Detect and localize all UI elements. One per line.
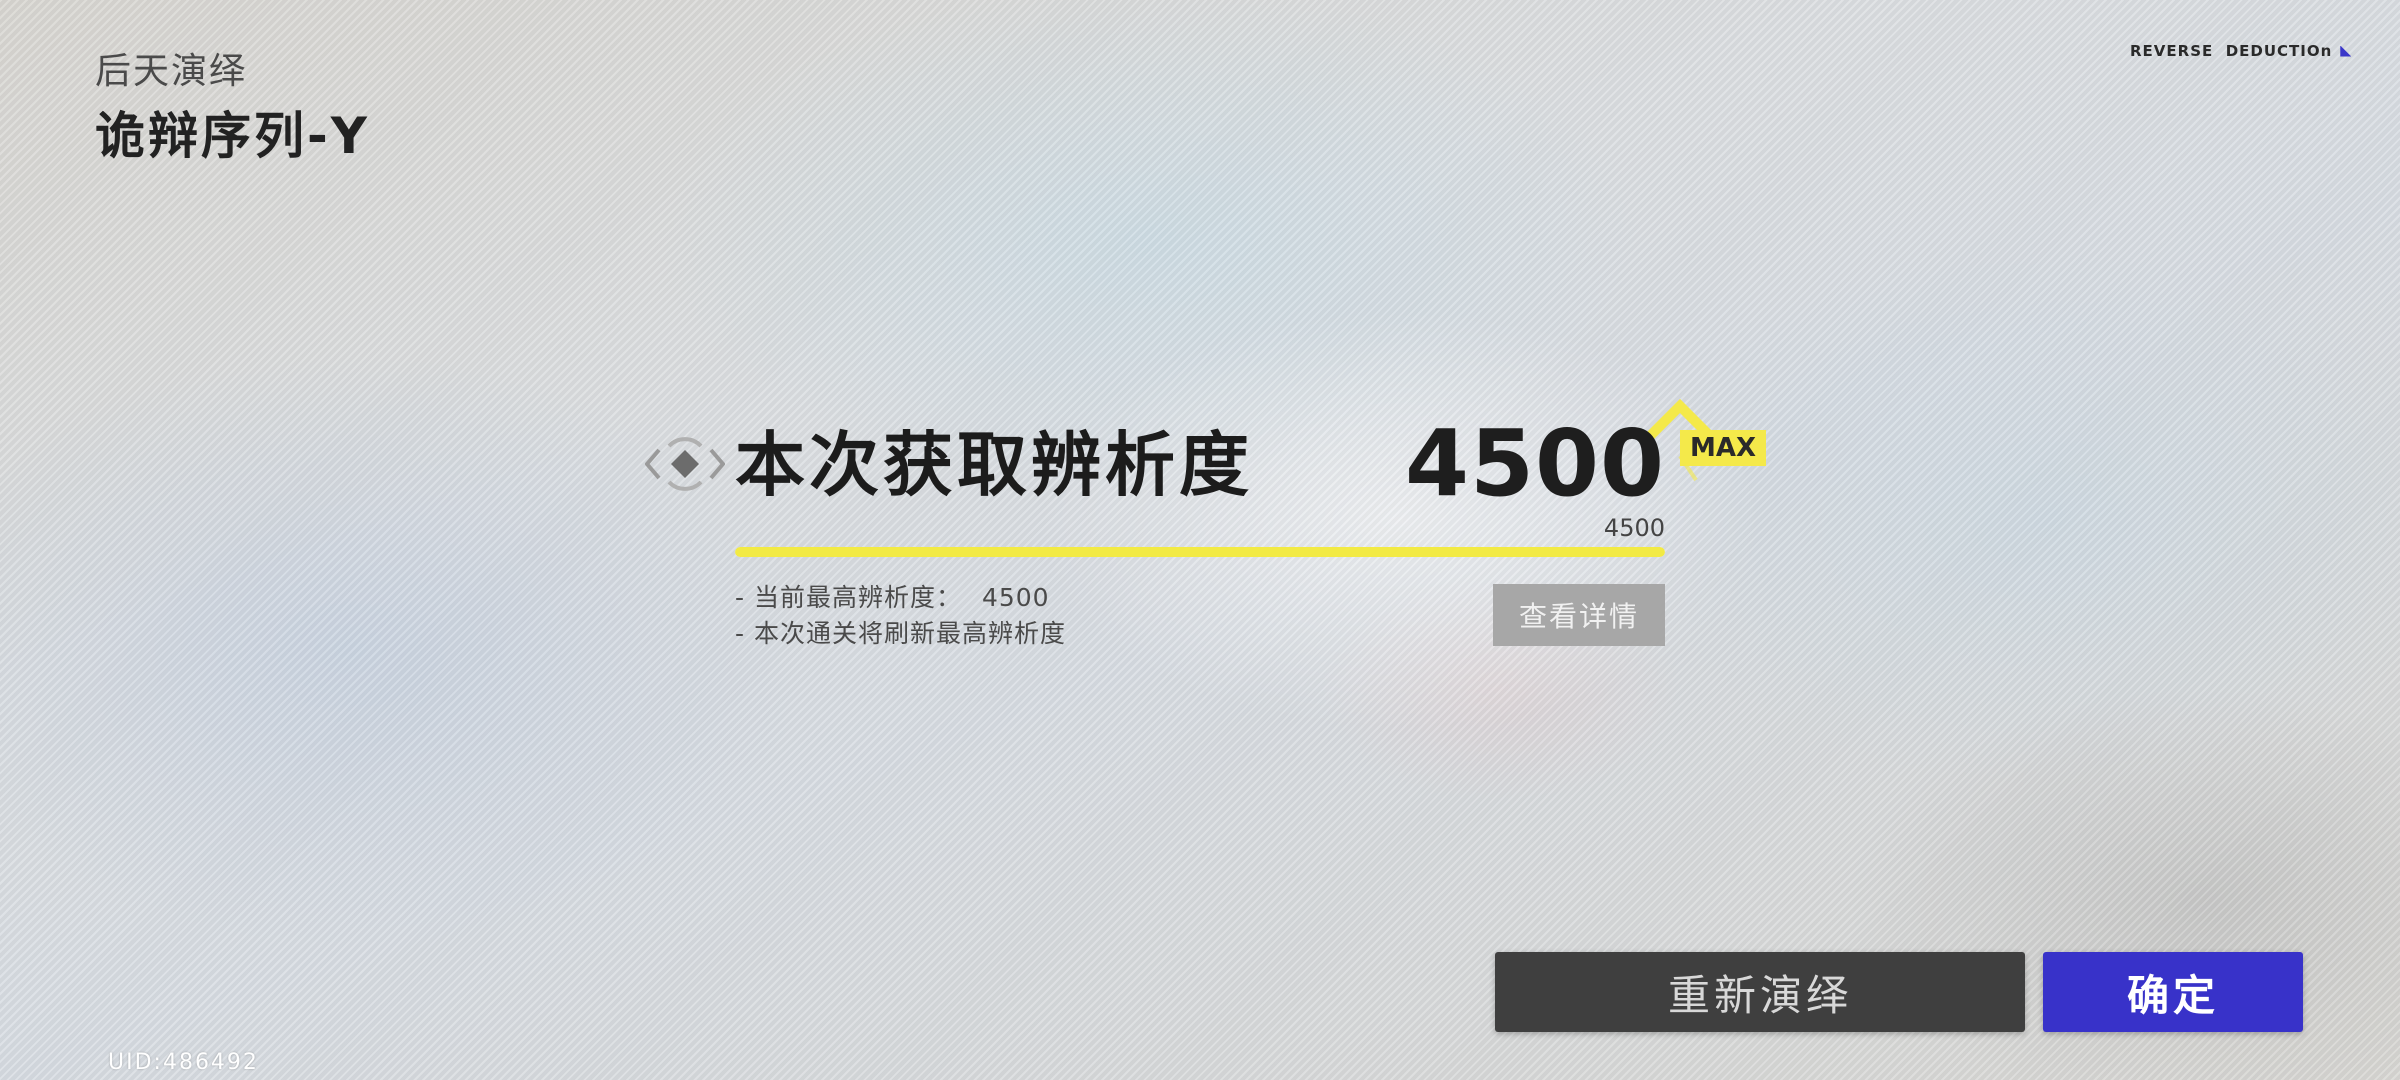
confirm-button[interactable]: 确定 — [2043, 952, 2303, 1032]
info-lines: - 当前最高辨析度： 4500 - 本次通关将刷新最高辨析度 — [735, 580, 1066, 652]
result-title: 本次获取辨析度 — [735, 423, 1253, 506]
resolution-progress-bar — [735, 547, 1665, 557]
info-line-best: - 当前最高辨析度： 4500 — [735, 580, 1066, 616]
stage-title: 诡辩序列-Y — [95, 107, 370, 165]
info-line-best-value: 4500 — [981, 583, 1050, 612]
score-max-value: 4500 — [1603, 514, 1665, 542]
uid-label: UID:486492 — [108, 1050, 259, 1075]
brand-text: REVERSE DEDUCTIOn — [2130, 42, 2333, 60]
brand-mark-icon — [2340, 45, 2352, 57]
info-line-refresh: - 本次通关将刷新最高辨析度 — [735, 619, 1066, 648]
view-details-button[interactable]: 查看详情 — [1493, 584, 1665, 646]
mode-label: 后天演绎 — [95, 51, 248, 92]
info-line-best-label: - 当前最高辨析度： — [735, 583, 962, 612]
resolution-progress-fill — [735, 547, 1665, 557]
score-value: 4500 — [1404, 410, 1665, 517]
retry-button[interactable]: 重新演绎 — [1495, 952, 2025, 1032]
max-badge: MAX — [1680, 430, 1767, 466]
brand-logo: REVERSE DEDUCTIOn — [2130, 42, 2352, 60]
resolution-diamond-icon — [645, 437, 725, 491]
